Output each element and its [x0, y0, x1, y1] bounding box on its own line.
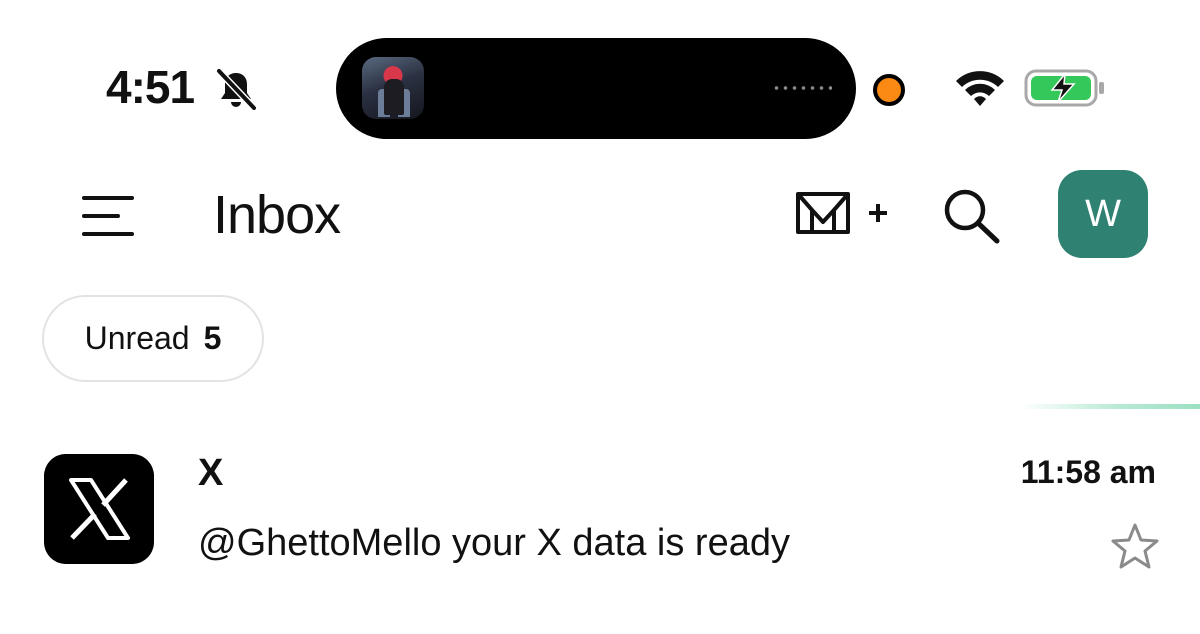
chip-label: Unread [84, 320, 190, 356]
avatar[interactable]: W [1058, 170, 1148, 258]
unread-count: 5 [203, 320, 222, 356]
sender-name: X [198, 452, 224, 494]
recording-indicator-dot [873, 74, 905, 106]
refresh-progress-indicator [1020, 404, 1200, 409]
audio-activity-indicator [772, 85, 832, 91]
status-time: 4:51 [106, 61, 195, 113]
message-subject: @GhettoMello your X data is ready [198, 522, 790, 564]
list-item[interactable]: X 11:58 am @GhettoMello your X data is r… [0, 430, 1200, 600]
compose-icon[interactable] [792, 186, 892, 240]
star-icon[interactable] [1110, 522, 1160, 570]
bell-muted-icon [216, 68, 257, 110]
menu-icon[interactable] [80, 194, 136, 238]
search-icon[interactable] [940, 186, 1004, 246]
page-title: Inbox [213, 185, 341, 245]
dynamic-island[interactable] [336, 38, 856, 139]
message-time: 11:58 am [1020, 454, 1156, 490]
x-logo-icon [44, 454, 154, 564]
wifi-icon [956, 71, 1004, 106]
battery-charging-icon [1024, 69, 1104, 107]
now-playing-artwork [362, 57, 424, 119]
unread-filter-chip[interactable]: Unread 5 [42, 295, 264, 382]
